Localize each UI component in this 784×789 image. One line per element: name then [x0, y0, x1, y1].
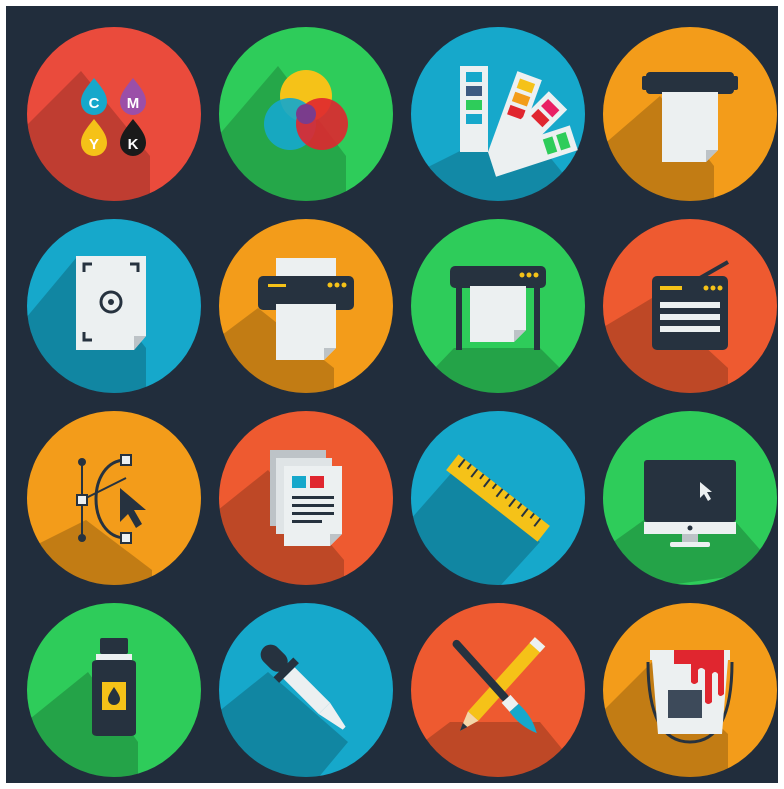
- pencil-brush-icon: [410, 602, 586, 778]
- cyan-label: C: [89, 95, 100, 112]
- magenta-label: M: [127, 95, 140, 112]
- bezier-pen-tool-icon: [26, 410, 202, 586]
- ink-bottle-icon: [26, 602, 202, 778]
- radio-device-icon: [602, 218, 778, 394]
- icon-board: C M Y K: [6, 6, 778, 783]
- desktop-monitor-icon: [602, 410, 778, 586]
- printer-icon: [218, 218, 394, 394]
- color-swatches-icon: [410, 26, 586, 202]
- cmyk-drops-icon: C M Y K: [26, 26, 202, 202]
- documents-icon: [218, 410, 394, 586]
- color-venn-icon: [218, 26, 394, 202]
- eyedropper-icon: [218, 602, 394, 778]
- yellow-label: Y: [89, 136, 99, 153]
- roll-printer-icon: [602, 26, 778, 202]
- plotter-icon: [410, 218, 586, 394]
- paint-bucket-icon: [602, 602, 778, 778]
- ruler-icon: [410, 410, 586, 586]
- black-label: K: [128, 136, 139, 153]
- page-layout-icon: [26, 218, 202, 394]
